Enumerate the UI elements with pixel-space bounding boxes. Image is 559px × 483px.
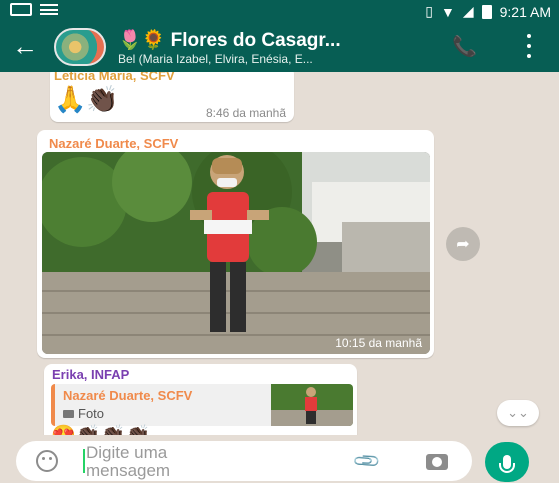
quoted-label: Foto [78, 406, 105, 421]
message-time: 10:15 da manhã [335, 336, 422, 350]
attach-icon[interactable]: 📎 [352, 446, 383, 477]
quoted-message[interactable]: Nazaré Duarte, SCFV Foto [51, 384, 353, 426]
photo-image [42, 152, 430, 354]
reply-message-bubble[interactable]: Erika, INFAP Nazaré Duarte, SCFV Foto 😍👏… [44, 364, 357, 435]
chat-title[interactable]: 🌷🌻 Flores do Casagr... [118, 28, 418, 52]
mic-icon [499, 455, 515, 473]
quoted-type: Foto [63, 406, 104, 421]
notification-icon [40, 4, 58, 15]
mic-button[interactable] [485, 442, 529, 482]
group-avatar[interactable] [54, 28, 106, 66]
status-bar: ▯ ▼ ◢ 9:21 AM [0, 0, 559, 22]
message-text: 😍👏🏿👏🏿👏🏿 [51, 426, 151, 435]
emoji-icon[interactable] [36, 450, 58, 472]
battery-icon [481, 4, 492, 19]
message-bubble[interactable]: Letícia Maria, SCFV 🙏👏🏿 8:46 da manhã [50, 72, 294, 122]
message-sender: Nazaré Duarte, SCFV [49, 136, 179, 151]
chat-header: ← 🌷🌻 Flores do Casagr... Bel (Maria Izab… [0, 22, 559, 72]
quoted-sender: Nazaré Duarte, SCFV [63, 388, 193, 403]
message-sender: Erika, INFAP [52, 367, 130, 382]
camera-icon[interactable] [426, 454, 448, 470]
more-vert-icon[interactable] [520, 34, 538, 58]
message-input[interactable]: Digite uma mensagem 📎 [16, 441, 472, 481]
wifi-icon: ▼ [440, 3, 455, 20]
vibrate-icon: ▯ [425, 3, 433, 19]
message-sender: Letícia Maria, SCFV [54, 72, 175, 83]
add-call-icon[interactable]: 📞 [452, 34, 477, 59]
status-time: 9:21 AM [499, 3, 551, 20]
signal-4g-icon: ◢ [462, 3, 474, 19]
camera-icon [63, 409, 74, 418]
screen-mirroring-icon [10, 3, 32, 16]
message-composer: Digite uma mensagem 📎 [0, 435, 559, 483]
forward-icon[interactable]: ➦ [446, 227, 480, 261]
photo-message-bubble[interactable]: Nazaré Duarte, SCFV 10:15 da manhã [37, 130, 434, 358]
chat-messages[interactable]: Letícia Maria, SCFV 🙏👏🏿 8:46 da manhã Na… [0, 72, 559, 435]
message-text: 🙏👏🏿 [54, 84, 119, 114]
message-placeholder[interactable]: Digite uma mensagem [86, 444, 246, 480]
scroll-down-icon[interactable]: ⌄⌄ [497, 400, 539, 426]
text-cursor [83, 449, 85, 473]
message-time: 8:46 da manhã [205, 106, 286, 120]
chat-participants[interactable]: Bel (Maria Izabel, Elvira, Enésia, E... [118, 52, 423, 66]
message-photo[interactable]: 10:15 da manhã [42, 152, 430, 354]
arrow-back-icon[interactable]: ← [12, 33, 38, 59]
quoted-thumbnail [271, 384, 353, 426]
